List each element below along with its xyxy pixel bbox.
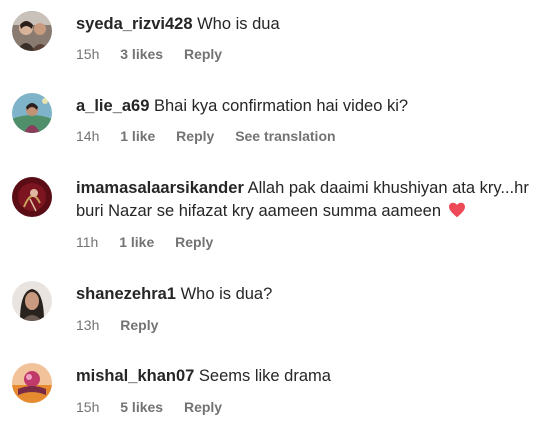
reply-button[interactable]: Reply [176,128,214,144]
avatar-photo-icon [12,93,52,133]
comment-item: mishal_khan07 Seems like drama 15h 5 lik… [0,352,553,432]
avatar[interactable] [12,363,52,403]
comment-item: syeda_rizvi428 Who is dua 15h 3 likes Re… [0,0,553,80]
red-heart-icon [448,202,466,225]
likes-count-button[interactable]: 1 like [120,128,155,144]
comment-body: Who is dua [197,15,280,33]
comment-time[interactable]: 15h [76,46,99,62]
avatar[interactable] [12,11,52,51]
comment-item: imamasalaarsikander Allah pak daaimi khu… [0,164,553,264]
comment-body: Seems like drama [198,367,331,385]
comment-time[interactable]: 15h [76,399,99,415]
reply-button[interactable]: Reply [184,46,222,62]
comment-text: a_lie_a69 Bhai kya confirmation hai vide… [76,95,539,118]
reply-button[interactable]: Reply [184,399,222,415]
likes-count-button[interactable]: 1 like [119,234,154,250]
comment-item: a_lie_a69 Bhai kya confirmation hai vide… [0,82,553,162]
likes-count-button[interactable]: 5 likes [120,399,163,415]
comment-username[interactable]: shanezehra1 [76,285,176,303]
avatar[interactable] [12,177,52,217]
comment-time[interactable]: 13h [76,317,99,333]
comment-text: shanezehra1 Who is dua? [76,283,539,306]
comment-meta: 15h 3 likes Reply [76,46,239,62]
comment-time[interactable]: 11h [76,234,98,250]
comment-username[interactable]: a_lie_a69 [76,97,149,115]
comment-meta: 14h 1 like Reply See translation [76,128,353,144]
avatar-photo-icon [12,11,52,51]
comment-time[interactable]: 14h [76,128,99,144]
reply-button[interactable]: Reply [120,317,158,333]
comment-username[interactable]: mishal_khan07 [76,367,194,385]
comment-meta: 15h 5 likes Reply [76,399,239,415]
comment-username[interactable]: imamasalaarsikander [76,179,244,197]
avatar[interactable] [12,93,52,133]
comment-meta: 11h 1 like Reply [76,234,230,250]
comment-body: Who is dua? [180,285,273,303]
comment-meta: 13h Reply [76,317,175,333]
comment-body: Bhai kya confirmation hai video ki? [154,97,409,115]
comment-text: imamasalaarsikander Allah pak daaimi khu… [76,177,539,225]
avatar[interactable] [12,281,52,321]
avatar-photo-icon [12,363,52,403]
likes-count-button[interactable]: 3 likes [120,46,163,62]
comment-item: shanezehra1 Who is dua? 13h Reply [0,270,553,350]
comment-text: syeda_rizvi428 Who is dua [76,13,539,36]
comment-username[interactable]: syeda_rizvi428 [76,15,193,33]
avatar-photo-icon [12,281,52,321]
comment-text: mishal_khan07 Seems like drama [76,365,539,388]
avatar-photo-icon [12,177,52,217]
reply-button[interactable]: Reply [175,234,213,250]
see-translation-button[interactable]: See translation [235,128,335,144]
